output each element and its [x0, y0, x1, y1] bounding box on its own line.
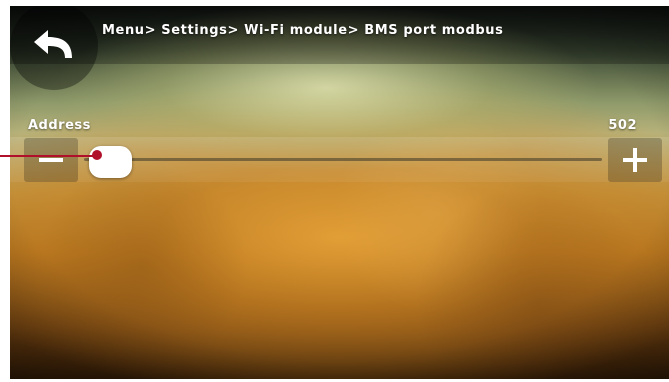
breadcrumb: Menu> Settings> Wi-Fi module> BMS port m… — [102, 23, 504, 38]
callout-line — [0, 155, 97, 157]
parameter-value: 502 — [608, 118, 637, 133]
back-button[interactable] — [10, 6, 98, 90]
increment-button[interactable] — [608, 138, 662, 182]
address-slider-track[interactable] — [84, 158, 602, 161]
parameter-label: Address — [28, 118, 91, 133]
callout-dot — [92, 150, 102, 160]
back-arrow-icon — [34, 30, 72, 58]
minus-icon — [39, 158, 63, 162]
decrement-button[interactable] — [24, 138, 78, 182]
device-screen: Menu> Settings> Wi-Fi module> BMS port m… — [10, 6, 669, 379]
